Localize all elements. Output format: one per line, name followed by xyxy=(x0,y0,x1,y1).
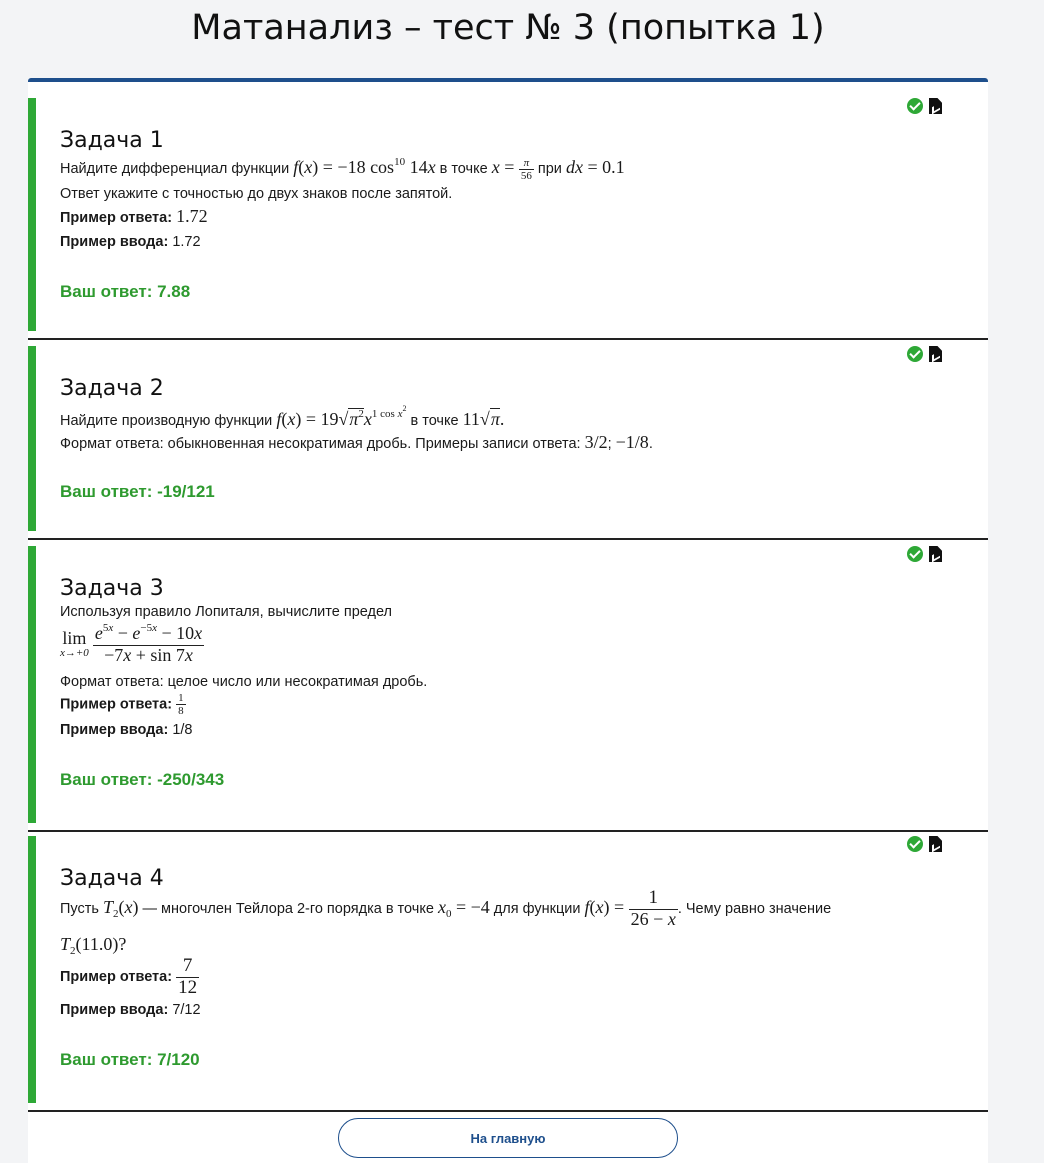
task-card-1: Задача 1 Найдите дифференциал функции f(… xyxy=(28,98,988,340)
your-answer: Ваш ответ: -250/343 xyxy=(60,770,225,789)
example-answer: Пример ответа: 7 12 xyxy=(60,955,200,998)
your-answer: Ваш ответ: -19/121 xyxy=(60,482,215,501)
check-circle-icon xyxy=(907,546,923,562)
home-button[interactable]: На главную xyxy=(338,1118,678,1158)
correct-status-bar xyxy=(28,98,36,331)
tasks-panel: Задача 1 Найдите дифференциал функции f(… xyxy=(28,78,988,1163)
page-title: Матанализ – тест № 3 (попытка 1) xyxy=(191,8,825,48)
your-answer: Ваш ответ: 7/120 xyxy=(60,1050,200,1069)
check-circle-icon xyxy=(907,98,923,114)
task-statement: Пусть T2(x) — многочлен Тейлора 2-го пор… xyxy=(60,887,832,929)
answer-format: Формат ответа: обыкновенная несократимая… xyxy=(60,432,653,452)
example-input: Пример ввода: 1.72 xyxy=(60,234,201,250)
example-answer: Пример ответа: 1.72 xyxy=(60,206,208,226)
task-instruction: Ответ укажите с точностью до двух знаков… xyxy=(60,186,453,202)
answer-format: Формат ответа: целое число или несократи… xyxy=(60,674,428,690)
task-title: Задача 2 xyxy=(60,376,164,401)
file-document-icon[interactable] xyxy=(929,836,942,852)
task-card-4: Задача 4 Пусть T2(x) — многочлен Тейлора… xyxy=(28,836,988,1112)
file-document-icon[interactable] xyxy=(929,98,942,114)
check-circle-icon xyxy=(907,346,923,362)
your-answer: Ваш ответ: 7.88 xyxy=(60,282,191,301)
correct-status-bar xyxy=(28,346,36,531)
file-document-icon[interactable] xyxy=(929,546,942,562)
task-title: Задача 1 xyxy=(60,128,164,153)
task-card-2: Задача 2 Найдите производную функции f(x… xyxy=(28,346,988,540)
example-answer: Пример ответа: 18 xyxy=(60,692,186,718)
task-statement-cont: T2(11.0)? xyxy=(60,934,127,957)
example-input: Пример ввода: 1/8 xyxy=(60,722,193,738)
example-input: Пример ввода: 7/12 xyxy=(60,1002,201,1018)
task-statement: Используя правило Лопиталя, вычислите пр… xyxy=(60,604,393,620)
limit-expression: lim x→+0 e5x − e−5x − 10x −7x + sin 7x xyxy=(60,622,205,665)
file-document-icon[interactable] xyxy=(929,346,942,362)
check-circle-icon xyxy=(907,836,923,852)
task-card-3: Задача 3 Используя правило Лопиталя, выч… xyxy=(28,546,988,832)
correct-status-bar xyxy=(28,836,36,1103)
correct-status-bar xyxy=(28,546,36,823)
task-statement: Найдите дифференциал функции f(x) = −18 … xyxy=(60,156,625,182)
task-title: Задача 3 xyxy=(60,576,164,601)
task-statement: Найдите производную функции f(x) = 19√π2… xyxy=(60,404,505,429)
